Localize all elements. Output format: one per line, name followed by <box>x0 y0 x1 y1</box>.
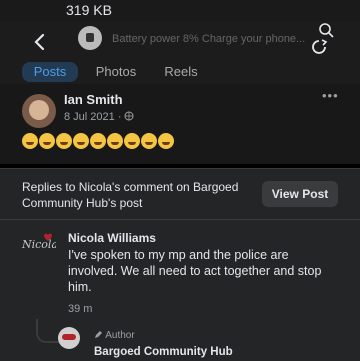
pencil-icon <box>95 331 102 338</box>
download-size: 319 KB <box>66 2 112 18</box>
reply-thread-line <box>36 319 60 343</box>
laughing-face-icon <box>141 133 157 149</box>
tab-photos[interactable]: Photos <box>88 62 144 82</box>
search-icon[interactable] <box>318 22 334 38</box>
lock-icon <box>78 26 102 50</box>
author-badge-label: Author <box>105 330 135 341</box>
laughing-face-icon <box>124 133 140 149</box>
post-date: 8 Jul 2021 · <box>64 111 122 123</box>
more-options-icon[interactable]: ••• <box>322 88 339 103</box>
globe-icon <box>124 111 134 121</box>
tab-reels[interactable]: Reels <box>155 62 207 82</box>
reply-author-name[interactable]: Bargoed Community Hub <box>94 346 233 358</box>
avatar-signature: Nicola <box>21 238 56 251</box>
laughing-face-icon <box>22 133 38 149</box>
replies-panel: Replies to Nicola's comment on Bargoed C… <box>0 168 360 361</box>
comment-author-name[interactable]: Nicola Williams <box>68 231 156 245</box>
author-badge: Author <box>94 330 135 341</box>
laughing-face-icon <box>56 133 72 149</box>
status-bar: 319 KB <box>0 0 360 22</box>
comment-time: 39 m <box>68 303 93 315</box>
top-bar: Battery power 8% Charge your phone... <box>0 22 360 62</box>
refresh-icon[interactable] <box>310 38 328 56</box>
ghost-notification-text: Battery power 8% Charge your phone... <box>112 33 306 45</box>
laughing-emoji-row <box>22 133 175 153</box>
profile-tabs: Posts Photos Reels <box>0 62 360 84</box>
reply-author-avatar[interactable] <box>58 327 80 349</box>
post-author-name[interactable]: Ian Smith <box>64 92 123 107</box>
laughing-face-icon <box>158 133 174 149</box>
replies-header: Replies to Nicola's comment on Bargoed C… <box>22 180 239 210</box>
view-post-button[interactable]: View Post <box>262 181 338 207</box>
laughing-face-icon <box>90 133 106 149</box>
post-card: Ian Smith 8 Jul 2021 · ••• <box>0 84 360 164</box>
divider <box>0 219 360 220</box>
post-author-avatar[interactable] <box>22 94 56 128</box>
laughing-face-icon <box>73 133 89 149</box>
tab-posts[interactable]: Posts <box>22 62 78 82</box>
comment-author-avatar[interactable]: Nicola <box>20 231 56 255</box>
comment-text: I've spoken to my mp and the police are … <box>68 248 322 294</box>
laughing-face-icon <box>107 133 123 149</box>
laughing-face-icon <box>39 133 55 149</box>
back-arrow-icon[interactable] <box>30 32 50 52</box>
